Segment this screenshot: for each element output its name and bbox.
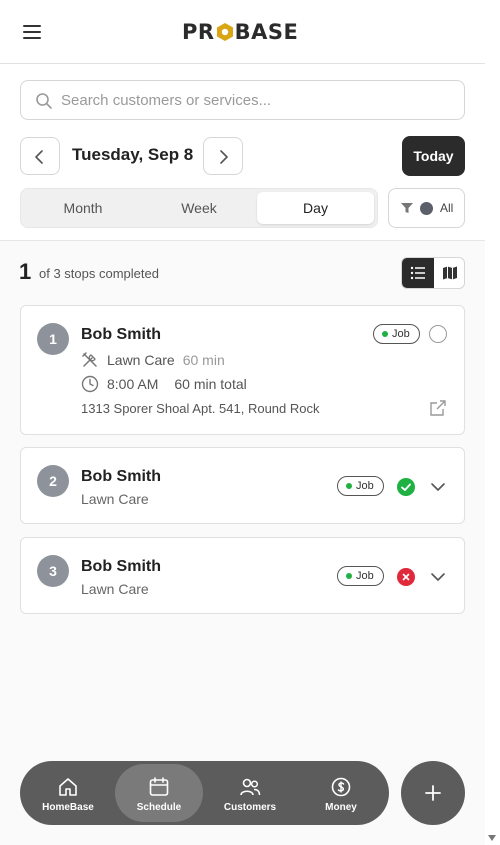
- nav-money[interactable]: Money: [297, 764, 385, 822]
- completed-count: 1: [19, 259, 32, 284]
- x-icon: [402, 573, 410, 581]
- calendar-icon: [149, 777, 169, 796]
- view-day-option[interactable]: Day: [257, 192, 374, 224]
- scrollbar[interactable]: [485, 0, 500, 845]
- chevron-right-icon: [220, 150, 228, 164]
- view-week-option[interactable]: Week: [141, 192, 257, 224]
- previous-day-button[interactable]: [20, 137, 60, 175]
- map-icon: [443, 266, 457, 280]
- add-button[interactable]: [401, 761, 465, 825]
- scroll-down-arrow-icon[interactable]: [488, 835, 496, 841]
- completed-status-icon[interactable]: [397, 478, 415, 496]
- service-name: Lawn Care: [81, 581, 149, 597]
- view-month-option[interactable]: Month: [25, 192, 141, 224]
- chevron-down-icon[interactable]: [430, 569, 446, 585]
- stop-number-badge: 2: [37, 465, 69, 497]
- chevron-left-icon: [35, 150, 43, 164]
- service-name: Lawn Care: [81, 491, 149, 507]
- job-type-badge: Job: [337, 476, 384, 496]
- tools-icon: [82, 352, 97, 367]
- clock-icon: [81, 375, 99, 393]
- time-row: 8:00 AM 60 min total: [81, 375, 247, 393]
- progress-text: of 3 stops completed: [39, 266, 159, 281]
- list-icon: [410, 266, 425, 280]
- stop-card[interactable]: 1 Bob Smith Job Lawn Care 60 min 8:00 AM…: [20, 305, 465, 435]
- stop-number-badge: 3: [37, 555, 69, 587]
- nav-schedule[interactable]: Schedule: [115, 764, 203, 822]
- external-link-icon[interactable]: [429, 399, 447, 417]
- mark-complete-checkbox[interactable]: [429, 325, 447, 343]
- bottom-navigation: HomeBase Schedule Customers Money: [20, 761, 389, 825]
- probase-logo: PR BASE: [182, 20, 299, 44]
- app-root: PR BASE Tuesday, Sep 8 Today: [0, 0, 485, 845]
- layout-toggle: [401, 257, 465, 289]
- search-icon: [36, 93, 52, 109]
- stop-card[interactable]: 2 Bob Smith Lawn Care Job: [20, 447, 465, 524]
- map-view-button[interactable]: [434, 258, 464, 288]
- customer-name: Bob Smith: [81, 468, 161, 485]
- search-bar: [20, 80, 465, 120]
- logo-hexagon-icon: [216, 22, 234, 42]
- hamburger-menu-button[interactable]: [20, 20, 44, 44]
- check-icon: [401, 483, 411, 491]
- nav-homebase[interactable]: HomeBase: [24, 764, 112, 822]
- customer-name: Bob Smith: [81, 326, 161, 343]
- status-dot: [382, 331, 388, 337]
- job-type-badge: Job: [373, 324, 420, 344]
- today-button[interactable]: Today: [402, 136, 465, 176]
- service-row: Lawn Care 60 min: [81, 351, 225, 369]
- filter-funnel-icon: [401, 203, 413, 213]
- filter-label: All: [440, 201, 454, 215]
- customer-name: Bob Smith: [81, 558, 161, 575]
- stop-address: 1313 Sporer Shoal Apt. 541, Round Rock: [81, 401, 320, 416]
- status-dot: [346, 573, 352, 579]
- status-dot: [346, 483, 352, 489]
- next-day-button[interactable]: [203, 137, 243, 175]
- cancelled-status-icon[interactable]: [397, 568, 415, 586]
- home-icon: [59, 778, 77, 796]
- calendar-view-toggle: Month Week Day: [20, 188, 378, 228]
- top-header: PR BASE: [0, 0, 485, 64]
- stop-number-badge: 1: [37, 323, 69, 355]
- search-input[interactable]: [61, 81, 456, 119]
- nav-customers[interactable]: Customers: [206, 764, 294, 822]
- hamburger-icon: [23, 25, 41, 27]
- dollar-icon: [331, 777, 351, 797]
- users-icon: [240, 778, 261, 796]
- stop-card[interactable]: 3 Bob Smith Lawn Care Job: [20, 537, 465, 614]
- current-date-title: Tuesday, Sep 8: [72, 145, 194, 164]
- filter-color-dot: [420, 202, 433, 215]
- filter-button[interactable]: All: [388, 188, 465, 228]
- list-view-button[interactable]: [402, 258, 434, 288]
- plus-icon: [425, 785, 441, 801]
- chevron-down-icon[interactable]: [430, 479, 446, 495]
- job-type-badge: Job: [337, 566, 384, 586]
